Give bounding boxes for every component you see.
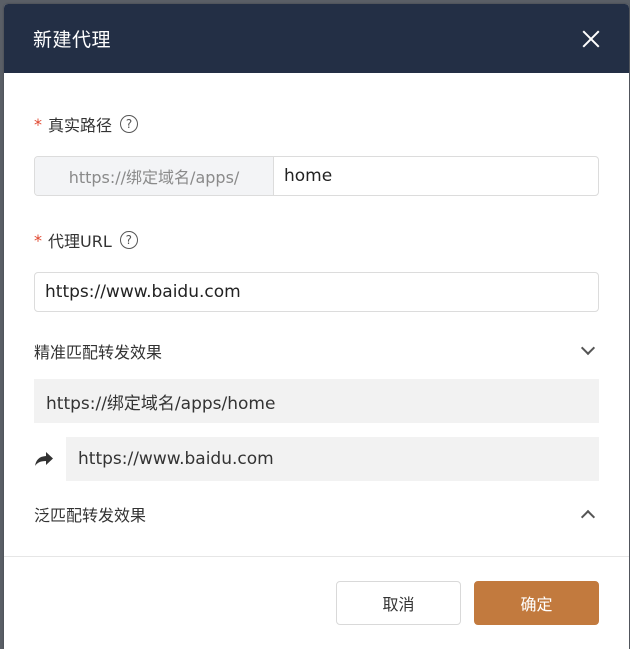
exact-match-label: 精准匹配转发效果: [34, 343, 163, 362]
exact-match-target: https://www.baidu.com: [66, 437, 599, 481]
cancel-button[interactable]: 取消: [336, 581, 461, 625]
wildcard-match-label: 泛匹配转发效果: [34, 506, 147, 525]
proxy-url-label: 代理URL: [48, 232, 112, 251]
proxy-url-input[interactable]: [35, 273, 598, 311]
confirm-button[interactable]: 确定: [474, 581, 599, 625]
exact-match-source-text: https://绑定域名/apps/home: [46, 393, 276, 414]
exact-match-target-text: https://www.baidu.com: [78, 449, 274, 469]
chevron-down-icon[interactable]: [580, 340, 596, 356]
dialog-footer: 取消 确定: [4, 556, 629, 649]
close-icon[interactable]: [581, 29, 601, 49]
help-icon[interactable]: ?: [120, 115, 139, 133]
exact-match-header[interactable]: 精准匹配转发效果: [34, 340, 599, 362]
wildcard-match-header[interactable]: 泛匹配转发效果: [34, 503, 599, 525]
dialog-title: 新建代理: [33, 29, 112, 51]
real-path-input[interactable]: [274, 157, 598, 195]
dialog-body: * 真实路径 ? https://绑定域名/apps/ * 代理URL ? 精准…: [4, 112, 629, 525]
required-mark: *: [34, 230, 42, 250]
help-icon[interactable]: ?: [119, 231, 138, 249]
real-path-label-row: * 真实路径 ?: [34, 112, 599, 136]
share-forward-icon: [34, 451, 66, 467]
proxy-url-label-row: * 代理URL ?: [34, 228, 599, 252]
real-path-input-group: https://绑定域名/apps/: [34, 156, 599, 196]
real-path-label: 真实路径: [48, 116, 113, 135]
proxy-url-field: [34, 272, 599, 312]
real-path-prefix: https://绑定域名/apps/: [35, 157, 274, 195]
dialog-header: 新建代理: [4, 4, 629, 73]
exact-match-forward-row: https://www.baidu.com: [34, 437, 599, 481]
new-proxy-dialog: 新建代理 * 真实路径 ? https://绑定域名/apps/ * 代理URL…: [4, 4, 629, 649]
exact-match-source: https://绑定域名/apps/home: [34, 379, 599, 423]
chevron-up-icon[interactable]: [580, 509, 596, 525]
required-mark: *: [34, 114, 42, 134]
